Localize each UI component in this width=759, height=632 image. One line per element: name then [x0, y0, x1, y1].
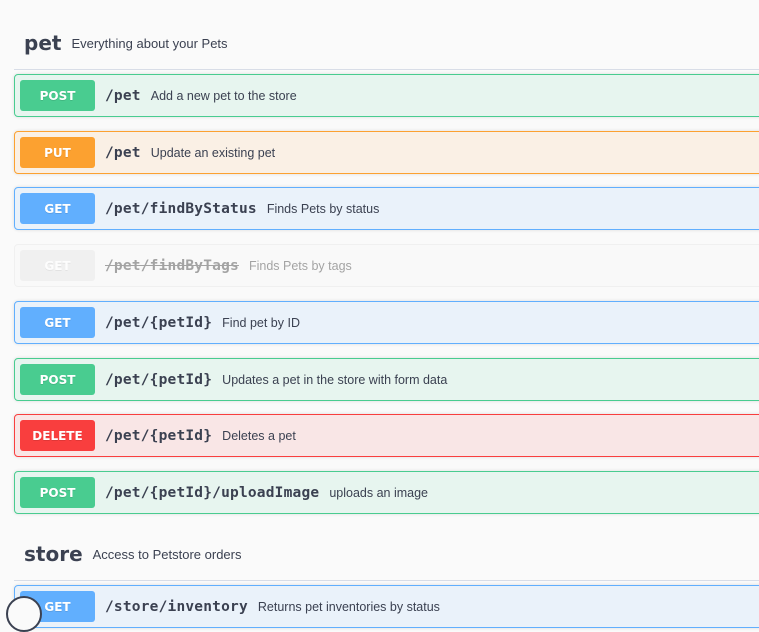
method-badge: GET [20, 193, 95, 224]
operation-path: /pet [105, 87, 141, 104]
operation-summary: Finds Pets by tags [248, 258, 352, 273]
operation-summary: Finds Pets by status [266, 201, 380, 216]
operation-path: /pet/{petId} [105, 371, 213, 388]
operation-delete-pet[interactable]: DELETE /pet/{petId} Deletes a pet [14, 414, 759, 457]
operation-path: /pet/{petId}/uploadImage [105, 484, 320, 501]
method-badge: POST [20, 477, 95, 508]
method-badge: GET [20, 250, 95, 281]
operation-post-pet[interactable]: POST /pet Add a new pet to the store [14, 74, 759, 117]
section-divider [14, 580, 759, 581]
operation-get-pet-by-id[interactable]: GET /pet/{petId} Find pet by ID [14, 301, 759, 344]
section-tag: store [24, 542, 83, 566]
operation-get-find-by-tags-deprecated[interactable]: GET /pet/findByTags Finds Pets by tags [14, 244, 759, 287]
section-header-store[interactable]: store Access to Petstore orders [24, 539, 241, 569]
operation-summary: Add a new pet to the store [150, 88, 297, 103]
section-description: Everything about your Pets [71, 35, 228, 51]
operation-post-upload-image[interactable]: POST /pet/{petId}/uploadImage uploads an… [14, 471, 759, 514]
method-badge: POST [20, 364, 95, 395]
operation-summary: Update an existing pet [150, 145, 276, 160]
section-divider [14, 69, 759, 70]
operation-path: /pet/{petId} [105, 427, 213, 444]
method-badge: PUT [20, 137, 95, 168]
section-tag: pet [24, 31, 62, 55]
operation-summary: Updates a pet in the store with form dat… [222, 372, 448, 387]
operation-path: /pet [105, 144, 141, 161]
section-header-pet[interactable]: pet Everything about your Pets [24, 28, 228, 58]
operation-post-pet-by-id[interactable]: POST /pet/{petId} Updates a pet in the s… [14, 358, 759, 401]
scroll-to-top-button[interactable] [6, 596, 42, 632]
operation-summary: Deletes a pet [222, 428, 296, 443]
operation-path: /pet/findByTags [105, 257, 239, 274]
method-badge: DELETE [20, 420, 95, 451]
operation-get-find-by-status[interactable]: GET /pet/findByStatus Finds Pets by stat… [14, 187, 759, 230]
method-badge: GET [20, 307, 95, 338]
operation-summary: uploads an image [329, 485, 429, 500]
method-badge: POST [20, 80, 95, 111]
operation-path: /pet/findByStatus [105, 200, 257, 217]
operation-summary: Find pet by ID [222, 315, 300, 330]
operation-put-pet[interactable]: PUT /pet Update an existing pet [14, 131, 759, 174]
section-description: Access to Petstore orders [92, 546, 242, 562]
operation-path: /pet/{petId} [105, 314, 213, 331]
